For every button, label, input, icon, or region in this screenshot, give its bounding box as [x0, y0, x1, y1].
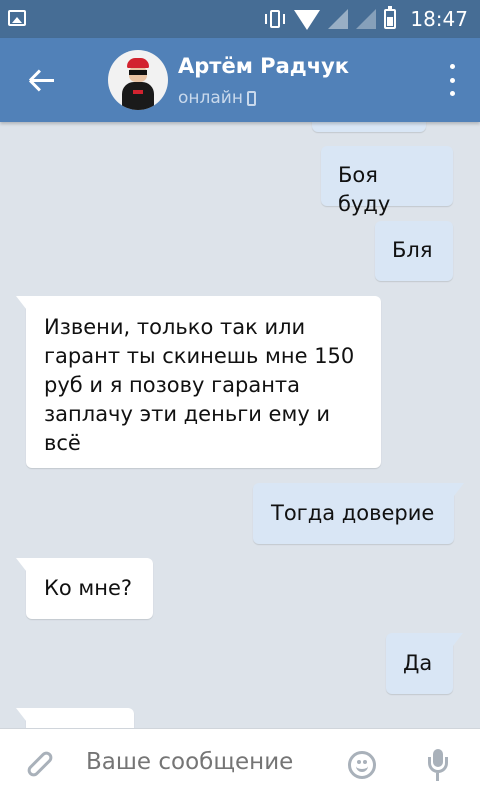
message-text: Боя буду: [338, 163, 391, 216]
signal-icon: [328, 9, 349, 29]
message-bubble-incoming[interactable]: Ко мне?: [16, 558, 153, 619]
message-bubble-incoming[interactable]: Извени, только так или гарант ты скинешь…: [16, 296, 381, 468]
emoji-button[interactable]: [348, 751, 376, 779]
signal-icon: [356, 9, 377, 29]
wifi-icon: [294, 10, 321, 30]
avatar[interactable]: [108, 50, 168, 110]
status-bar: 18:47: [0, 0, 480, 38]
back-button[interactable]: [20, 58, 64, 102]
message-bubble-outgoing[interactable]: [312, 122, 426, 132]
paperclip-icon: [25, 749, 55, 779]
mobile-phone-icon: [246, 90, 256, 106]
message-line: Извени, только так или: [44, 315, 306, 339]
voice-message-button[interactable]: [426, 749, 450, 783]
contact-name[interactable]: Артём Радчук: [178, 54, 349, 78]
clock: 18:47: [410, 7, 468, 31]
message-input[interactable]: [86, 749, 326, 775]
message-bubble-outgoing[interactable]: Да: [386, 633, 463, 694]
message-text: Ко мне?: [44, 576, 133, 600]
status-text: онлайн: [178, 88, 243, 108]
vibrate-icon: [264, 10, 286, 28]
message-bubble-outgoing[interactable]: Боя буду: [321, 146, 453, 216]
message-text: Бля: [392, 238, 433, 262]
chat-header: Артём Радчук онлайн: [0, 38, 480, 122]
message-list[interactable]: Боя буду Бля Извени, только так или гара…: [0, 122, 480, 728]
message-composer: [0, 728, 480, 800]
message-line: всё: [44, 431, 81, 455]
message-line: руб и я позову гаранта: [44, 373, 301, 397]
message-bubble-outgoing[interactable]: Бля: [375, 221, 453, 281]
message-text: Тогда доверие: [271, 501, 435, 525]
message-line: гарант ты скинешь мне 150: [44, 344, 355, 368]
message-bubble-outgoing[interactable]: Тогда доверие: [253, 483, 464, 544]
online-status: онлайн: [178, 88, 256, 108]
message-bubble-incoming[interactable]: [16, 708, 134, 728]
message-line: заплачу эти деньги ему и: [44, 402, 331, 426]
status-icons: 18:47: [264, 0, 468, 38]
image-notification-icon: [8, 10, 26, 26]
battery-icon: [384, 6, 397, 29]
more-options-button[interactable]: [448, 64, 456, 96]
message-text: Да: [403, 651, 433, 675]
attach-button[interactable]: [25, 749, 56, 779]
